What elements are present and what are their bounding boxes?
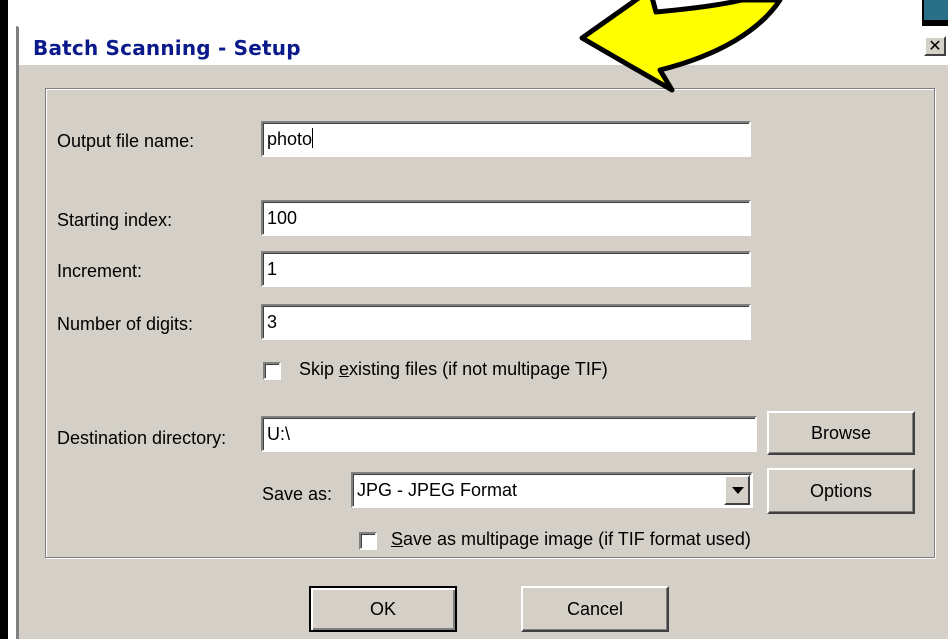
yellow-curved-arrow-icon	[579, 0, 783, 93]
annotation-overlay	[579, 0, 783, 93]
